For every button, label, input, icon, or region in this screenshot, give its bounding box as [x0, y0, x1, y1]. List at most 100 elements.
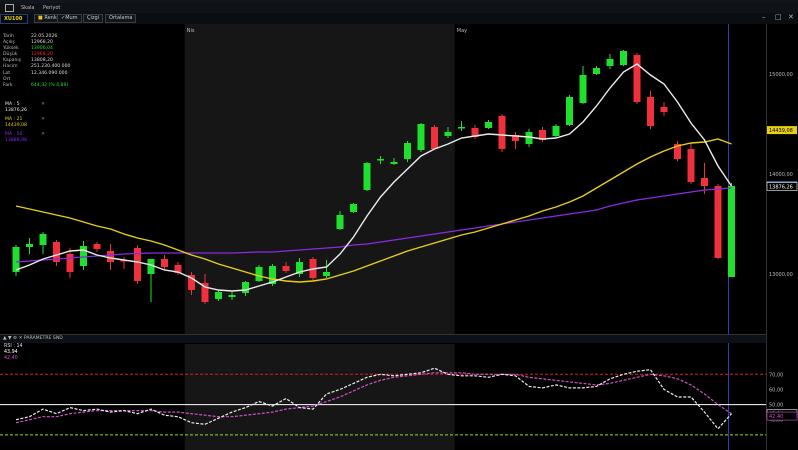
- candle-body: [323, 272, 330, 276]
- candle: [593, 66, 600, 75]
- candle-body: [566, 97, 573, 125]
- candle: [620, 50, 627, 66]
- candle-body: [282, 266, 290, 271]
- candle: [606, 54, 614, 69]
- candle-body: [458, 127, 465, 129]
- tab-mum[interactable]: ✓Mum: [57, 14, 82, 23]
- close-icon[interactable]: ✕: [41, 132, 45, 138]
- candle-body: [107, 251, 114, 262]
- palette-dot-icon: ■: [38, 15, 43, 21]
- close-icon[interactable]: ✕: [41, 117, 45, 123]
- tab-cizgi[interactable]: Çizgi: [83, 14, 104, 23]
- style-tabs: ■ Renk ✓Mum Çizgi Ortalama – □ ✕: [0, 13, 798, 24]
- rsi-tick-label: 50,00: [769, 403, 783, 409]
- candle-body: [417, 124, 425, 150]
- app-icon: [5, 4, 14, 12]
- candle: [633, 53, 641, 104]
- candle-body: [552, 126, 560, 136]
- month-shade: [184, 24, 455, 334]
- tab-ortalama[interactable]: Ortalama: [105, 14, 137, 23]
- info-key: Fark: [3, 82, 13, 88]
- rsi-tag: 42,40: [769, 414, 783, 420]
- rsi-panel-icons[interactable]: ▲ ▼ ⚙ ✕: [3, 336, 22, 341]
- menu-toolbar: Skala Periyot: [0, 3, 798, 13]
- maximize-icon[interactable]: □: [775, 13, 782, 21]
- menu-skala[interactable]: Skala: [21, 4, 35, 12]
- candle-body: [620, 51, 627, 65]
- candle-body: [728, 186, 735, 277]
- minimize-icon[interactable]: –: [762, 13, 766, 21]
- price-tag: 13876,26: [769, 184, 793, 190]
- candle: [498, 114, 506, 152]
- candle-body: [363, 163, 371, 190]
- ma5-value: 13876,26: [5, 107, 27, 113]
- month-shade: [184, 344, 455, 450]
- candle: [66, 248, 74, 278]
- candle: [660, 102, 668, 116]
- candle-body: [93, 244, 101, 249]
- candle-body: [66, 254, 74, 272]
- candle-body: [431, 127, 438, 149]
- price-tag: 14439,08: [769, 128, 793, 134]
- candle: [687, 143, 695, 184]
- candle-body: [633, 55, 641, 102]
- candle: [539, 127, 546, 142]
- close-icon[interactable]: ✕: [788, 13, 794, 21]
- candle-body: [687, 149, 695, 182]
- candle-body: [714, 186, 722, 258]
- candle: [417, 123, 425, 152]
- ma21-legend: MA : 21 14439,08 ✕: [3, 117, 45, 129]
- ma21-value: 14439,08: [5, 122, 27, 128]
- candle: [458, 121, 465, 131]
- candle-body: [26, 244, 33, 247]
- candle-body: [350, 204, 357, 212]
- chart-canvas[interactable]: Nis May 13000,00 14000,00 15000,00 14439,08 13…: [0, 24, 798, 450]
- rsi-ma-value: 42,40: [4, 356, 18, 362]
- rsi-panel-suffix[interactable]: SND: [53, 336, 63, 341]
- candle: [512, 132, 519, 149]
- menu-periyot[interactable]: Periyot: [43, 4, 60, 12]
- candle: [566, 95, 573, 126]
- candle: [728, 183, 735, 277]
- rsi-info: RSI : 14 43,94 42,40: [4, 344, 23, 363]
- candle: [12, 245, 20, 276]
- candle-body: [255, 267, 263, 281]
- candle: [579, 66, 587, 104]
- ma5-legend: MA : 5 13876,26 ✕: [3, 102, 45, 114]
- candle: [120, 257, 128, 269]
- candle-body: [215, 292, 222, 299]
- candle-body: [606, 59, 614, 66]
- symbol-label[interactable]: XU100: [0, 14, 28, 24]
- close-icon[interactable]: ✕: [41, 102, 45, 108]
- candle: [53, 240, 60, 266]
- candle: [255, 265, 263, 282]
- candle-body: [579, 75, 587, 103]
- rsi-panel-header: ▲ ▼ ⚙ ✕ PARAMETRE SND: [0, 335, 766, 343]
- candle-body: [647, 97, 654, 126]
- month-label: Nis: [187, 28, 195, 34]
- candle: [485, 120, 492, 129]
- info-row: Fark 644,32 (% 4,89): [3, 83, 81, 89]
- candle: [134, 245, 141, 284]
- candle-body: [377, 159, 384, 161]
- candle-body: [39, 234, 47, 245]
- candle-body: [12, 247, 20, 272]
- candle-body: [485, 122, 492, 128]
- candle-body: [161, 259, 168, 267]
- candle: [714, 184, 722, 259]
- y-tick-label: 13000,00: [769, 272, 793, 278]
- candle: [363, 162, 371, 191]
- candle-body: [390, 162, 398, 164]
- candle-body: [593, 68, 600, 74]
- candle-body: [660, 107, 668, 112]
- candle: [647, 91, 654, 129]
- info-value: 644,32 (% 4,89): [31, 82, 69, 88]
- candle-body: [404, 143, 411, 159]
- candle: [350, 203, 357, 213]
- candle: [404, 141, 411, 162]
- ma50-value: 13888,98: [5, 137, 27, 143]
- y-tick-label: 14000,00: [769, 172, 793, 178]
- rsi-panel-param[interactable]: PARAMETRE: [24, 336, 52, 341]
- candle: [26, 238, 33, 254]
- rsi-tick-label: 70,00: [769, 372, 783, 378]
